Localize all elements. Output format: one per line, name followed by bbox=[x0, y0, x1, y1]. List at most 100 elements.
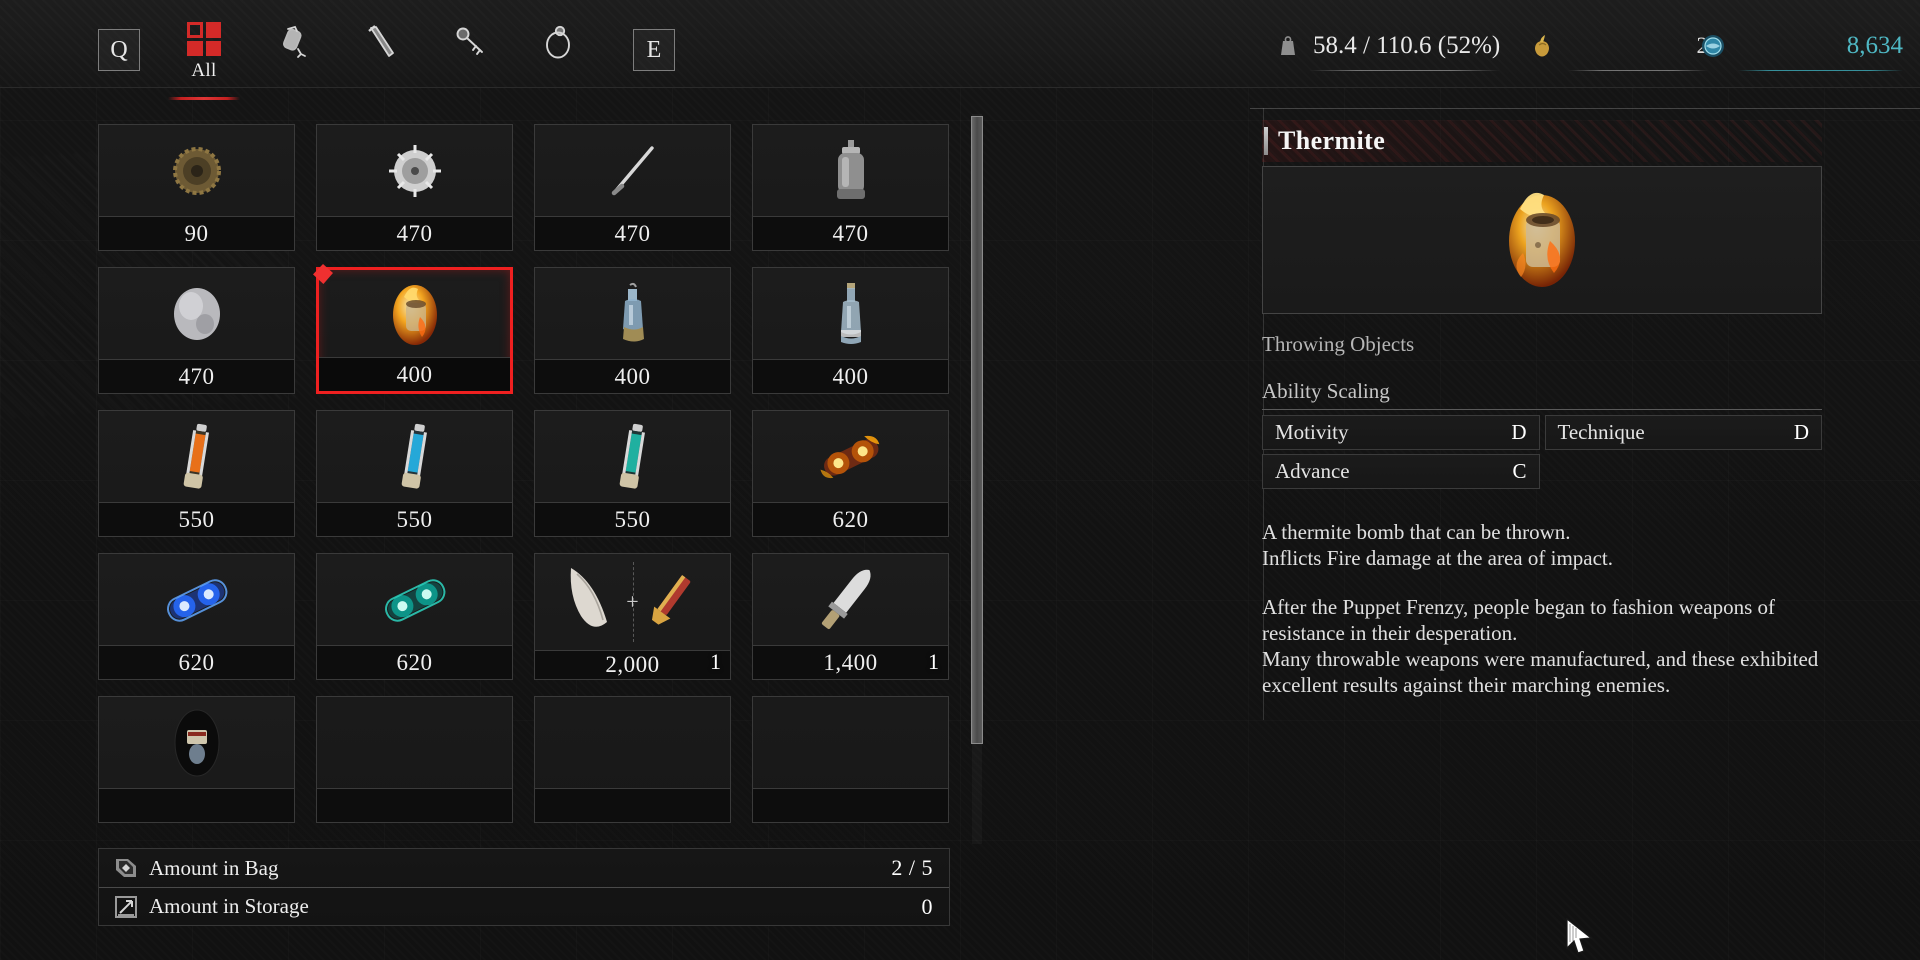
flask-icon bbox=[1528, 31, 1556, 61]
inventory-slot[interactable]: 470 bbox=[98, 267, 295, 394]
scaling-row-motivity: Motivity D bbox=[1262, 415, 1540, 450]
inventory-slot[interactable]: 470 bbox=[316, 124, 513, 251]
inventory-screen: Q All E 58.4 / 110.6 (52%) 8,634 90 470 … bbox=[0, 0, 1920, 960]
inventory-slot[interactable]: 400 bbox=[752, 267, 949, 394]
item-detail-panel: Thermite Throwing Objects Ability Scalin… bbox=[1262, 120, 1822, 699]
slot-price: 90 bbox=[99, 216, 294, 250]
inventory-slot[interactable]: 550 bbox=[534, 410, 731, 537]
category-tab-consumable[interactable] bbox=[256, 22, 332, 88]
inventory-grid: 90 470 470 470 470 400 400 400 550 550 5… bbox=[98, 124, 960, 823]
slot-price: 550 bbox=[99, 502, 294, 536]
next-category-key-label: E bbox=[646, 36, 662, 63]
thermite-icon bbox=[1490, 179, 1594, 302]
inventory-slot[interactable]: 620 bbox=[316, 553, 513, 680]
amount-panel: Amount in Bag 2 / 5 Amount in Storage 0 bbox=[98, 848, 950, 926]
teal-amulet-icon bbox=[317, 554, 512, 645]
item-detail-artwork bbox=[1262, 166, 1822, 314]
category-tab-weapon[interactable] bbox=[344, 22, 420, 88]
category-tab-misc[interactable] bbox=[520, 22, 596, 88]
inventory-slot-selected[interactable]: 400 bbox=[313, 264, 513, 394]
weight-underline bbox=[1309, 70, 1501, 71]
inventory-slot[interactable]: + 1 2,000 bbox=[534, 553, 731, 680]
inventory-slot-empty[interactable] bbox=[752, 696, 949, 823]
item-description: A thermite bomb that can be thrown. Infl… bbox=[1262, 519, 1822, 699]
category-tab-tool[interactable] bbox=[432, 22, 508, 88]
inventory-grid-region: 90 470 470 470 470 400 400 400 550 550 5… bbox=[98, 124, 960, 830]
slot-price: 550 bbox=[535, 502, 730, 536]
slot-price: 400 bbox=[535, 359, 730, 393]
amount-in-bag-label: Amount in Bag bbox=[149, 855, 279, 880]
scaling-row-technique: Technique D bbox=[1544, 415, 1822, 450]
weight-value: 58.4 / 110.6 (52%) bbox=[1313, 32, 1501, 59]
scaling-row-empty bbox=[1545, 454, 1823, 489]
slot-price: 550 bbox=[317, 502, 512, 536]
empty-slot-art bbox=[535, 697, 730, 788]
bag-icon bbox=[113, 855, 139, 881]
item-detail-title-bar: Thermite bbox=[1262, 120, 1822, 162]
vinyl-record-icon bbox=[99, 697, 294, 788]
silver-stone-icon bbox=[99, 268, 294, 359]
scaling-row-advance: Advance C bbox=[1262, 454, 1540, 489]
inventory-slot[interactable]: 550 bbox=[316, 410, 513, 537]
thermite-icon bbox=[319, 270, 510, 357]
amount-in-storage-row: Amount in Storage 0 bbox=[99, 887, 949, 925]
category-tab-all[interactable]: All bbox=[166, 22, 242, 100]
inventory-slot[interactable]: 400 bbox=[534, 267, 731, 394]
slot-price: 470 bbox=[317, 216, 512, 250]
amount-in-storage-label: Amount in Storage bbox=[149, 894, 309, 918]
inventory-slot[interactable]: 620 bbox=[98, 553, 295, 680]
inventory-slot[interactable]: 90 bbox=[98, 124, 295, 251]
teal-vial-icon bbox=[535, 411, 730, 502]
slot-quantity: 1 bbox=[710, 649, 721, 674]
amount-in-bag-value: 2 / 5 bbox=[891, 855, 933, 880]
scaling-name: Technique bbox=[1557, 420, 1645, 444]
item-detail-title: Thermite bbox=[1278, 126, 1386, 155]
slot-price: 400 bbox=[319, 357, 510, 391]
ability-scaling-grid: Motivity D Technique D Advance C bbox=[1262, 415, 1822, 489]
silver-blade-icon bbox=[753, 554, 948, 645]
prev-category-key[interactable]: Q bbox=[98, 29, 140, 71]
scaling-name: Advance bbox=[1275, 459, 1350, 483]
glass-bottle-icon bbox=[753, 268, 948, 359]
metal-canister-icon bbox=[753, 125, 948, 216]
slot-price: 400 bbox=[753, 359, 948, 393]
currency-value: 8,634 bbox=[1846, 32, 1903, 59]
amount-in-storage-value: 0 bbox=[921, 893, 933, 919]
plus-icon: + bbox=[626, 589, 639, 614]
feather-and-blade-icon: + bbox=[535, 554, 730, 650]
grid-2x2-icon bbox=[187, 22, 221, 56]
slot-price: 620 bbox=[317, 645, 512, 679]
item-detail-type: Throwing Objects bbox=[1262, 332, 1415, 356]
empty-slot-art bbox=[317, 697, 512, 788]
blue-vial-icon bbox=[317, 411, 512, 502]
inventory-slot-empty[interactable] bbox=[316, 696, 513, 823]
inventory-slot[interactable]: 470 bbox=[752, 124, 949, 251]
inventory-slot-empty[interactable] bbox=[534, 696, 731, 823]
inventory-slot[interactable]: 1 1,400 bbox=[752, 553, 949, 680]
currency-stat: 8,634 bbox=[1698, 26, 1903, 71]
inventory-scrollbar-thumb[interactable] bbox=[971, 116, 983, 744]
lore-line-1: After the Puppet Frenzy, people began to… bbox=[1262, 594, 1775, 645]
slot-price: 470 bbox=[753, 216, 948, 250]
flask-underline bbox=[1568, 70, 1708, 71]
slot-price bbox=[535, 788, 730, 822]
inventory-slot[interactable]: 620 bbox=[752, 410, 949, 537]
orb-icon bbox=[1698, 31, 1728, 61]
slot-price bbox=[753, 788, 948, 822]
next-category-key[interactable]: E bbox=[633, 29, 675, 71]
description-line-2: Inflicts Fire damage at the area of impa… bbox=[1262, 546, 1614, 571]
saw-blade-icon bbox=[317, 125, 512, 216]
slot-price: 470 bbox=[535, 216, 730, 250]
storage-icon bbox=[113, 894, 139, 920]
fire-amulet-icon bbox=[753, 411, 948, 502]
inventory-slot[interactable]: 550 bbox=[98, 410, 295, 537]
flask-stat: 2 bbox=[1528, 26, 1708, 71]
grenade-icon bbox=[282, 25, 306, 58]
inventory-slot[interactable]: 470 bbox=[534, 124, 731, 251]
scaling-grade: C bbox=[1512, 459, 1527, 483]
amount-in-bag-row: Amount in Bag 2 / 5 bbox=[99, 849, 949, 887]
orange-vial-icon bbox=[99, 411, 294, 502]
description-line-1: A thermite bomb that can be thrown. bbox=[1262, 520, 1571, 544]
slot-price: 2,000 bbox=[535, 650, 730, 679]
inventory-slot[interactable] bbox=[98, 696, 295, 823]
